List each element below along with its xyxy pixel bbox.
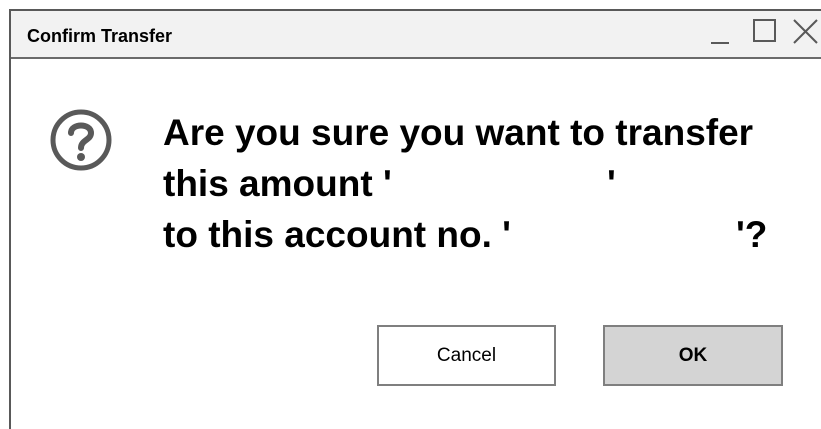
ok-button[interactable]: OK <box>603 325 783 386</box>
window-title: Confirm Transfer <box>27 26 173 46</box>
question-circle-icon <box>49 108 113 172</box>
title-bar[interactable]: Confirm Transfer <box>11 11 821 59</box>
confirm-dialog-window: Confirm Transfer Are you sure you want t… <box>9 9 821 429</box>
message-line-1: Are you sure you want to transfer <box>163 112 754 153</box>
account-prefix: to this account no. ' <box>163 214 511 255</box>
maximize-icon[interactable] <box>752 17 780 45</box>
confirmation-message: Are you sure you want to transfer this a… <box>163 107 767 260</box>
close-icon[interactable] <box>791 17 819 45</box>
message-line-3: to this account no. ' '? <box>163 209 767 260</box>
amount-prefix: this amount ' <box>163 163 392 204</box>
amount-suffix: ' <box>607 163 616 204</box>
cancel-button[interactable]: Cancel <box>377 325 556 386</box>
ok-button-label: OK <box>678 344 708 366</box>
minimize-icon[interactable] <box>708 17 736 45</box>
message-line-2: this amount ' ' <box>163 158 753 209</box>
account-suffix: '? <box>736 214 768 255</box>
cancel-button-label: Cancel <box>436 344 497 366</box>
